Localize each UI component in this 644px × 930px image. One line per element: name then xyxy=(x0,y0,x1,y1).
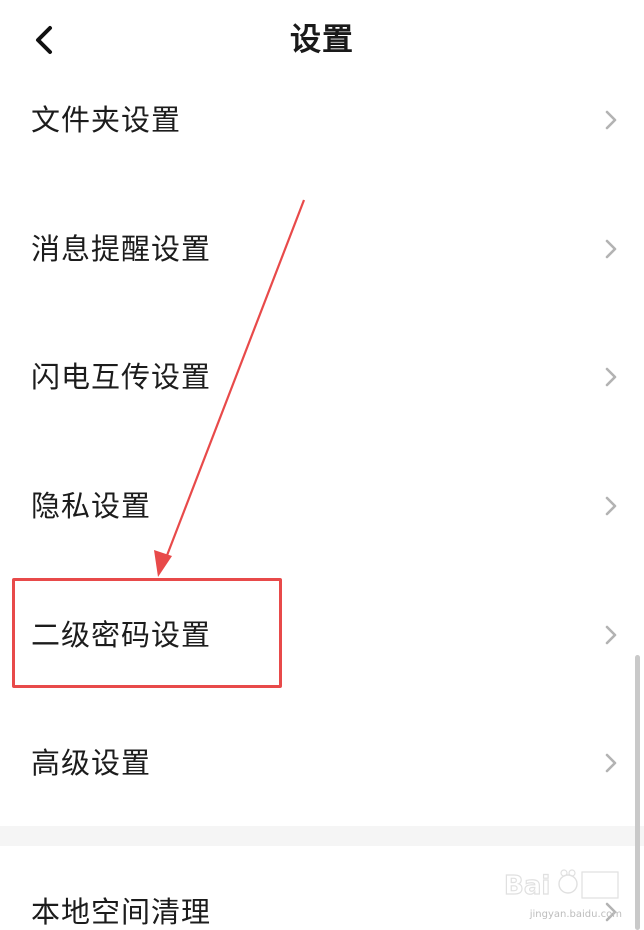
chevron-right-icon xyxy=(602,107,620,133)
svg-text:Bai: Bai xyxy=(504,871,550,901)
chevron-right-icon xyxy=(602,236,620,262)
settings-item-label: 闪电互传设置 xyxy=(31,360,212,395)
settings-item-label: 文件夹设置 xyxy=(31,103,182,138)
settings-item-message-reminder[interactable]: 消息提醒设置 xyxy=(0,185,644,314)
settings-list: 文件夹设置 消息提醒设置 闪电互传设置 隐私设置 二级密码设置 高级设置 xyxy=(0,56,644,828)
chevron-right-icon xyxy=(602,364,620,390)
settings-item-label: 本地空间清理 xyxy=(31,895,212,929)
baidu-watermark-logo: Bai xyxy=(502,864,622,912)
settings-item-label: 二级密码设置 xyxy=(31,617,212,652)
section-divider xyxy=(0,826,644,846)
settings-item-privacy[interactable]: 隐私设置 xyxy=(0,442,644,571)
chevron-right-icon xyxy=(602,493,620,519)
chevron-right-icon xyxy=(602,750,620,776)
watermark-url: jingyan.baidu.com xyxy=(529,909,622,920)
settings-item-advanced[interactable]: 高级设置 xyxy=(0,699,644,828)
settings-item-label: 消息提醒设置 xyxy=(31,231,212,266)
settings-item-label: 隐私设置 xyxy=(31,489,152,524)
settings-item-label: 高级设置 xyxy=(31,746,152,781)
settings-item-flash-transfer[interactable]: 闪电互传设置 xyxy=(0,313,644,442)
chevron-right-icon xyxy=(602,622,620,648)
scrollbar[interactable] xyxy=(635,655,640,930)
settings-item-secondary-password[interactable]: 二级密码设置 xyxy=(0,570,644,699)
settings-item-folder[interactable]: 文件夹设置 xyxy=(0,56,644,185)
